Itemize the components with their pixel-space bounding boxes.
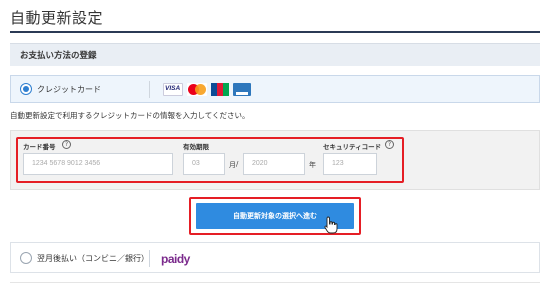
section-header-label: お支払い方法の登録	[20, 51, 97, 61]
paidy-logo: paidy	[161, 252, 190, 266]
credit-card-radio[interactable]	[20, 83, 32, 95]
bottom-divider	[10, 282, 540, 283]
jcb-icon	[211, 83, 229, 96]
brand-divider	[149, 81, 150, 98]
paidy-label: 翌月後払い（コンビニ／銀行）	[37, 254, 149, 263]
credit-card-option[interactable]: クレジットカード VISA	[10, 75, 540, 103]
page-title: 自動更新設定	[10, 9, 104, 27]
card-form-highlight	[16, 137, 404, 183]
mastercard-icon	[187, 83, 207, 96]
credit-card-label: クレジットカード	[37, 85, 101, 94]
paidy-divider	[149, 250, 150, 267]
visa-icon: VISA	[163, 83, 183, 96]
amex-icon	[233, 83, 251, 96]
hand-cursor-icon	[324, 216, 338, 234]
visa-text: VISA	[165, 85, 181, 92]
instruction-text: 自動更新設定で利用するクレジットカードの情報を入力してください。	[10, 111, 250, 120]
title-divider	[10, 31, 540, 33]
paidy-radio[interactable]	[20, 252, 32, 264]
section-header: お支払い方法の登録	[10, 43, 540, 66]
paidy-option[interactable]: 翌月後払い（コンビニ／銀行） paidy	[10, 242, 540, 273]
